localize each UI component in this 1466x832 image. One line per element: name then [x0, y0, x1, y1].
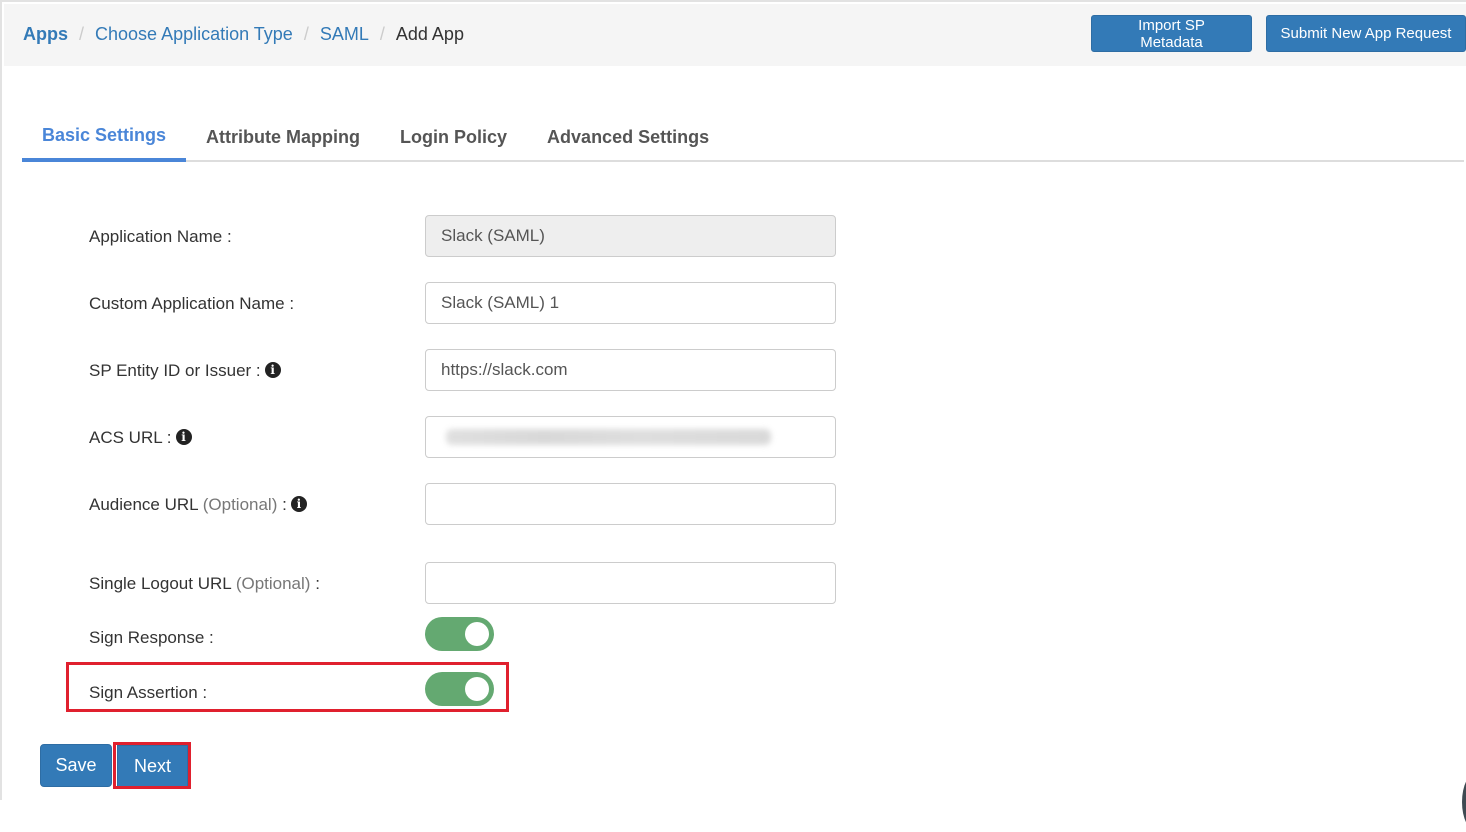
breadcrumb-saml[interactable]: SAML: [320, 24, 369, 45]
label-colon: :: [282, 495, 287, 514]
breadcrumb-current: Add App: [395, 24, 464, 44]
toggle-knob: [465, 622, 489, 646]
custom-application-name-input[interactable]: [425, 282, 836, 324]
single-logout-url-input[interactable]: [425, 562, 836, 604]
audience-url-label: Audience URL (Optional) :i: [89, 495, 307, 515]
optional-tag: (Optional): [235, 574, 311, 593]
sp-entity-id-label-text: SP Entity ID or Issuer :: [89, 361, 261, 380]
info-circle-icon[interactable]: i: [290, 496, 307, 512]
optional-tag: (Optional): [202, 495, 278, 514]
save-button[interactable]: Save: [40, 744, 112, 787]
breadcrumb-apps[interactable]: Apps: [23, 24, 68, 45]
label-colon: :: [315, 574, 320, 593]
sign-response-label: Sign Response :: [89, 628, 214, 647]
application-name-input: [425, 215, 836, 257]
acs-url-label: ACS URL :i: [89, 428, 192, 448]
submit-new-app-request-button[interactable]: Submit New App Request: [1266, 15, 1466, 52]
sp-entity-id-label: SP Entity ID or Issuer :i: [89, 361, 281, 381]
info-circle-icon[interactable]: i: [175, 429, 192, 445]
breadcrumb-separator: /: [379, 24, 385, 44]
breadcrumb: Apps / Choose Application Type / SAML / …: [23, 24, 464, 45]
floating-help-widget[interactable]: [1462, 772, 1466, 832]
sign-response-toggle[interactable]: [425, 617, 494, 651]
custom-application-name-label: Custom Application Name :: [89, 294, 295, 313]
header-bar: Apps / Choose Application Type / SAML / …: [4, 4, 1466, 66]
import-sp-metadata-button[interactable]: Import SP Metadata: [1091, 15, 1252, 52]
breadcrumb-separator: /: [303, 24, 309, 44]
single-logout-url-label-text: Single Logout URL: [89, 574, 232, 593]
breadcrumb-separator: /: [79, 24, 85, 44]
page: Apps / Choose Application Type / SAML / …: [0, 0, 1466, 832]
acs-url-label-text: ACS URL :: [89, 428, 172, 447]
application-name-label: Application Name :: [89, 227, 232, 246]
next-button[interactable]: Next: [117, 745, 188, 788]
single-logout-url-label: Single Logout URL (Optional) :: [89, 574, 320, 594]
sign-assertion-toggle[interactable]: [425, 672, 494, 706]
tab-login-policy[interactable]: Login Policy: [380, 112, 527, 162]
info-circle-icon[interactable]: i: [264, 362, 281, 378]
blurred-acs-url-value: [446, 429, 771, 445]
toggle-knob: [465, 677, 489, 701]
tab-advanced-settings[interactable]: Advanced Settings: [527, 112, 729, 162]
settings-tabs: Basic Settings Attribute Mapping Login P…: [22, 112, 1464, 162]
breadcrumb-choose-application-type[interactable]: Choose Application Type: [95, 24, 293, 45]
audience-url-input[interactable]: [425, 483, 836, 525]
sign-assertion-label: Sign Assertion :: [89, 683, 208, 702]
acs-url-input[interactable]: [425, 416, 836, 458]
sp-entity-id-input[interactable]: [425, 349, 836, 391]
tab-basic-settings[interactable]: Basic Settings: [22, 112, 187, 162]
audience-url-label-text: Audience URL: [89, 495, 198, 514]
tab-attribute-mapping[interactable]: Attribute Mapping: [186, 112, 380, 162]
